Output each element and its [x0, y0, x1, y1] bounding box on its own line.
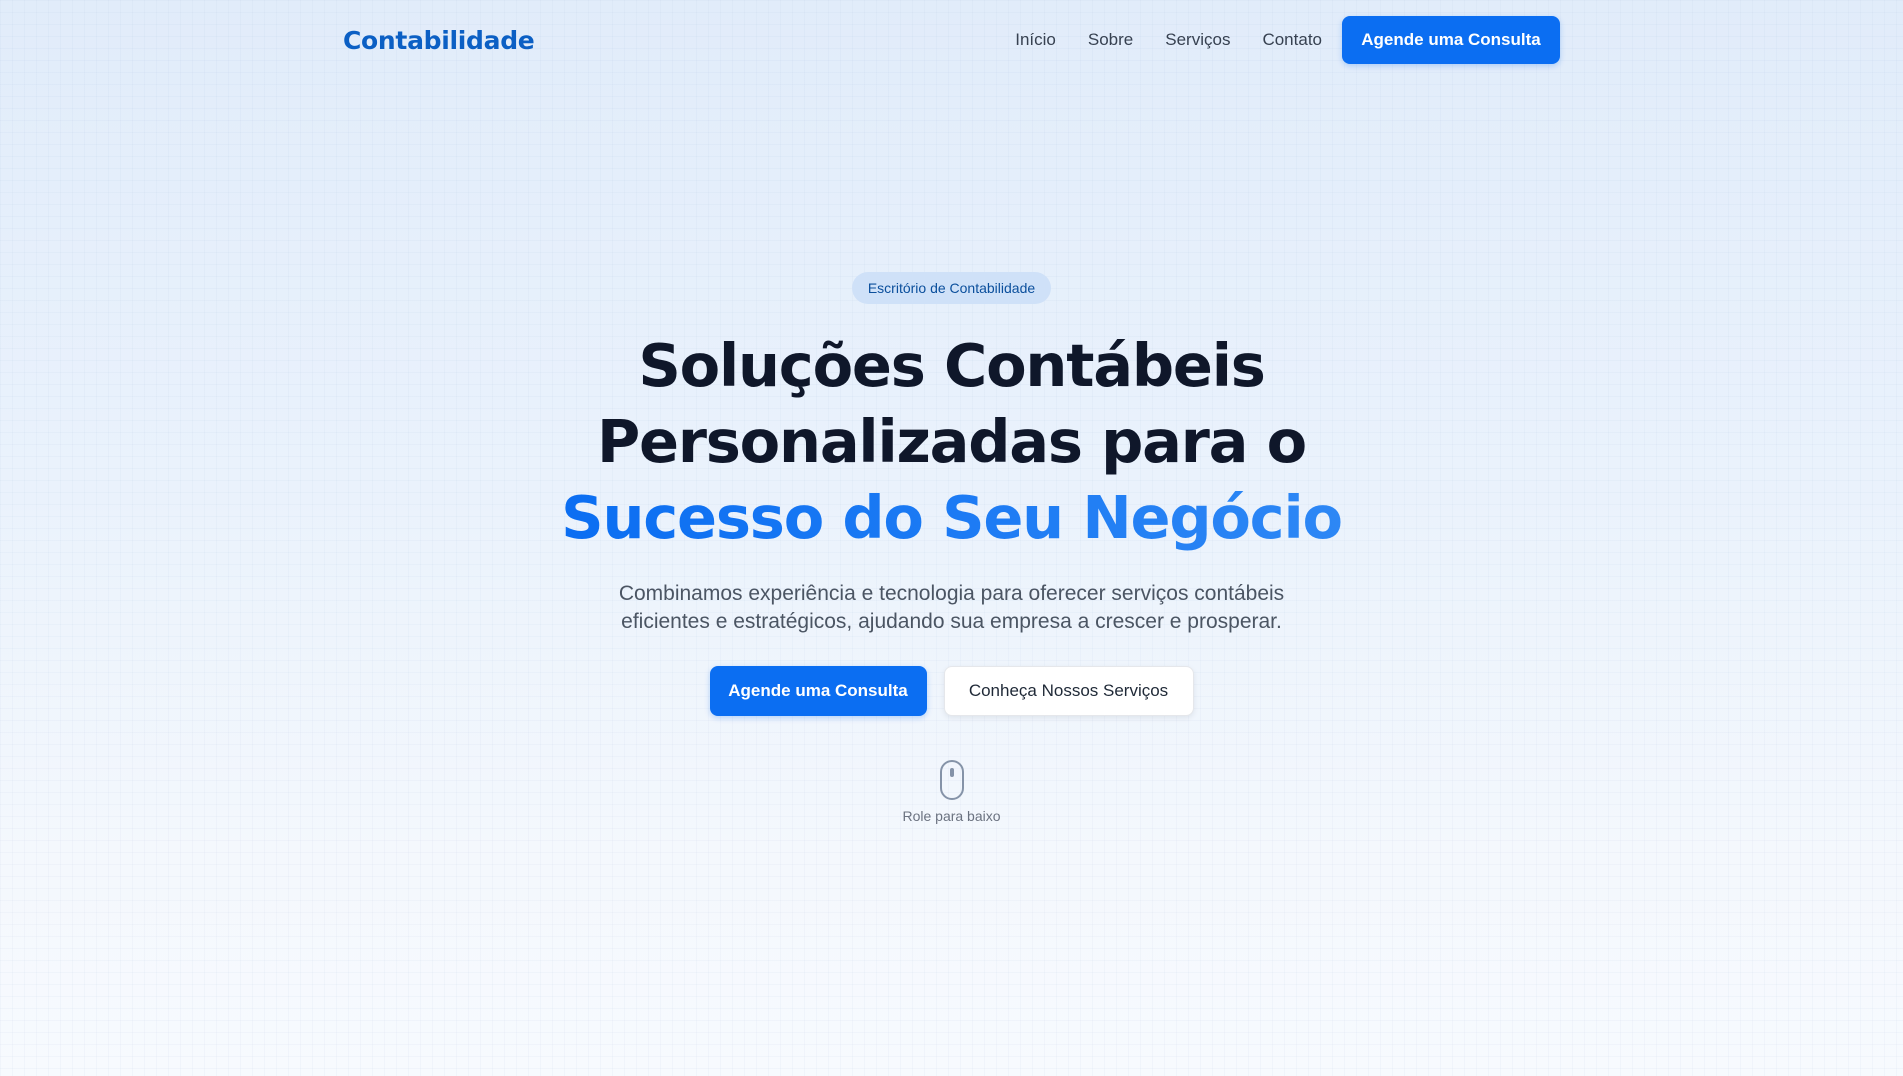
brand-logo[interactable]: Contabilidade [343, 26, 535, 55]
nav-link-inicio[interactable]: Início [1015, 30, 1056, 50]
hero-badge: Escritório de Contabilidade [851, 272, 1052, 304]
nav-link-servicos[interactable]: Serviços [1165, 30, 1230, 50]
view-services-button[interactable]: Conheça Nossos Serviços [943, 666, 1194, 716]
main-nav: Início Sobre Serviços Contato Agende uma… [1015, 16, 1560, 64]
schedule-consultation-button[interactable]: Agende uma Consulta [709, 666, 927, 716]
hero-subtitle: Combinamos experiência e tecnologia para… [618, 582, 1285, 633]
nav-link-contato[interactable]: Contato [1262, 30, 1322, 50]
mouse-icon [939, 760, 964, 800]
hero-section: Escritório de Contabilidade Soluções Con… [0, 272, 1903, 824]
headline-accent: Sucesso do Seu Negócio [561, 480, 1343, 556]
headline-line-2: Personalizadas para o [597, 407, 1307, 476]
nav-link-sobre[interactable]: Sobre [1088, 30, 1133, 50]
headline-line-1: Soluções Contábeis [638, 331, 1265, 400]
nav-schedule-button[interactable]: Agende uma Consulta [1342, 16, 1560, 64]
scroll-label: Role para baixo [902, 808, 1001, 824]
scroll-hint[interactable]: Role para baixo [902, 760, 1001, 824]
hero-headline: Soluções Contábeis Personalizadas para o… [561, 328, 1343, 556]
hero-actions: Agende uma Consulta Conheça Nossos Servi… [709, 666, 1194, 716]
top-navbar: Contabilidade Início Sobre Serviços Cont… [343, 16, 1560, 64]
